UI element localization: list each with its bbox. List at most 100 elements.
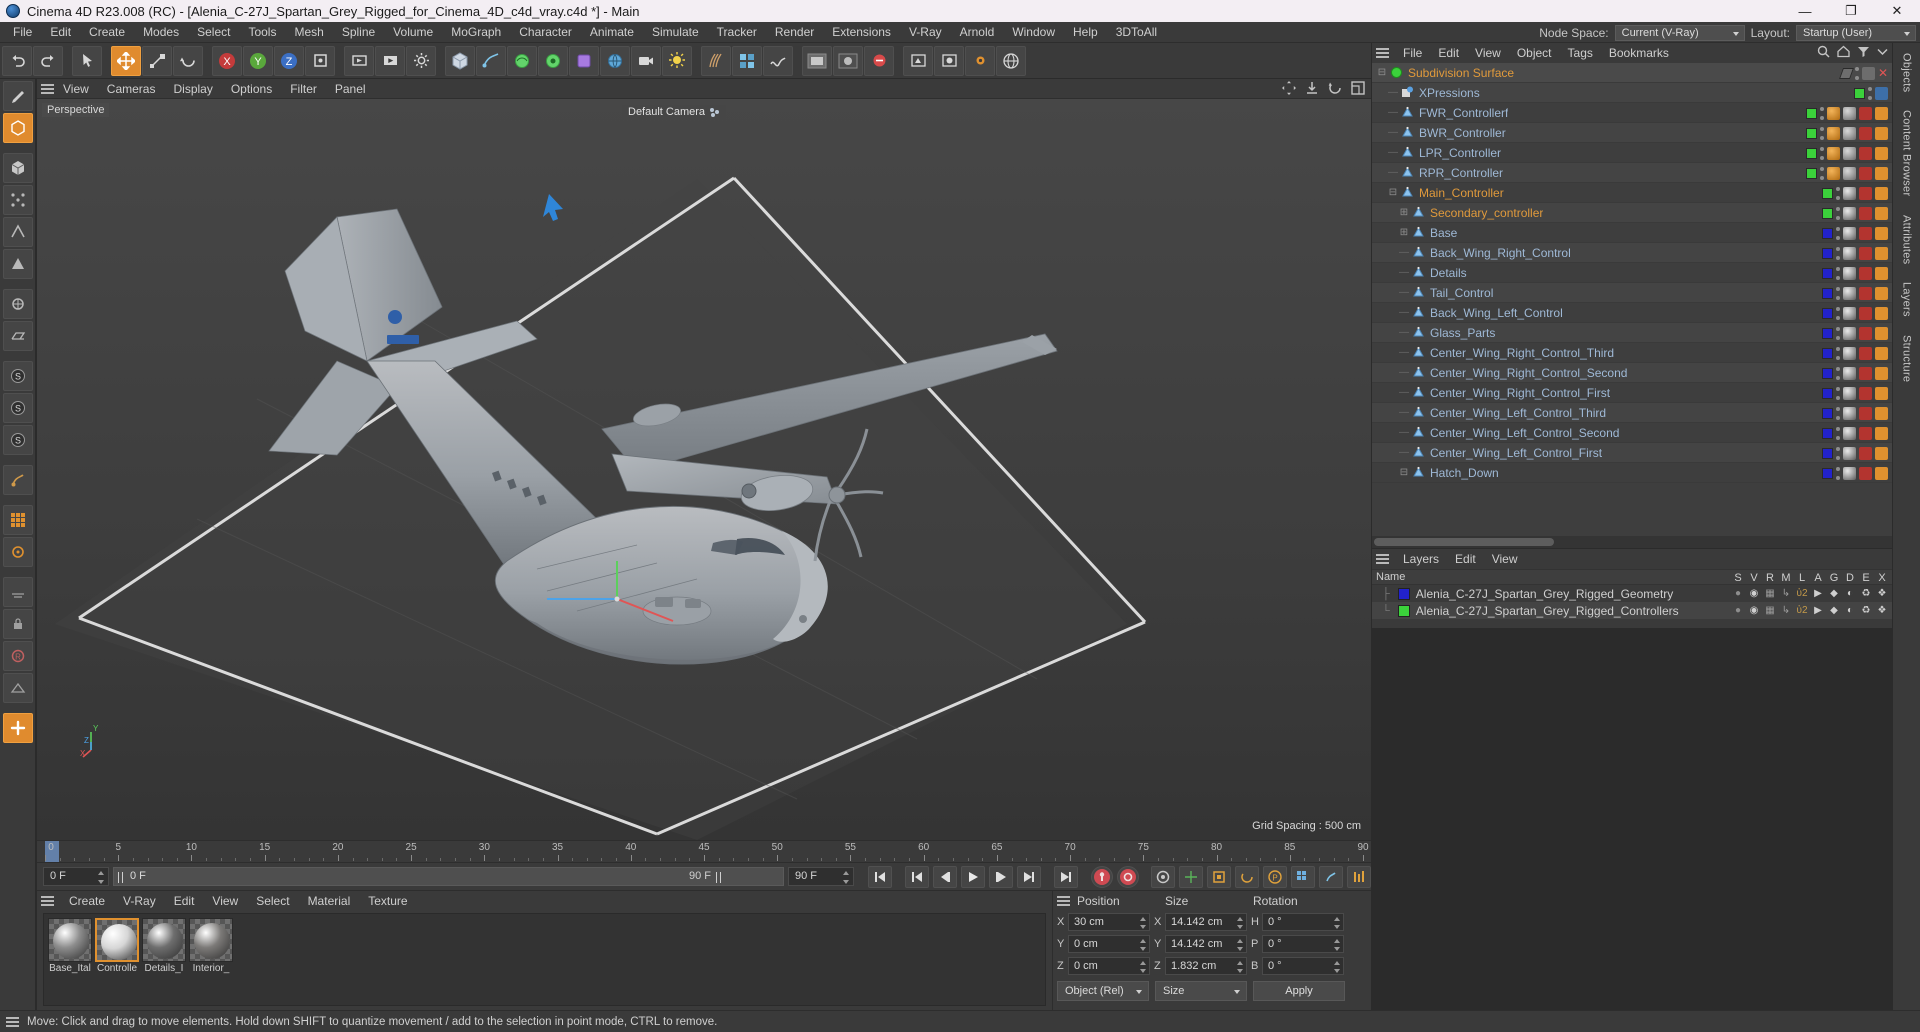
texture-tag-icon[interactable]: [1859, 346, 1872, 360]
simulation-button[interactable]: [763, 45, 793, 76]
layer-color-swatch[interactable]: [1822, 427, 1833, 439]
current-frame-field[interactable]: 0 F: [43, 867, 109, 886]
coordinate-spinner-icon[interactable]: [1140, 961, 1147, 973]
menu-item-tracker[interactable]: Tracker: [708, 22, 766, 43]
coordinate-mode-select[interactable]: Object (Rel): [1057, 981, 1149, 1001]
home-icon[interactable]: [1837, 45, 1850, 61]
layer-color-swatch[interactable]: [1822, 467, 1833, 479]
maximize-button[interactable]: ❐: [1828, 0, 1874, 22]
object-name[interactable]: Secondary_controller: [1426, 206, 1543, 220]
viewport-menu-filter[interactable]: Filter: [281, 79, 326, 99]
object-row[interactable]: — BWR_Controller: [1372, 123, 1892, 143]
menu-item-spline[interactable]: Spline: [333, 22, 384, 43]
menu-item-tools[interactable]: Tools: [239, 22, 285, 43]
object-name[interactable]: XPressions: [1415, 86, 1480, 100]
object-menu-tags[interactable]: Tags: [1560, 43, 1601, 63]
material-thumbnail[interactable]: [189, 918, 233, 962]
object-row[interactable]: — Center_Wing_Right_Control_Second: [1372, 363, 1892, 383]
visibility-dots-icon[interactable]: [1836, 366, 1840, 380]
coordinates-hamburger-icon[interactable]: [1057, 896, 1070, 906]
visibility-dots-icon[interactable]: [1836, 446, 1840, 460]
menu-item-create[interactable]: Create: [80, 22, 134, 43]
material-tag-icon[interactable]: [1843, 206, 1856, 220]
object-row[interactable]: — LPR_Controller: [1372, 143, 1892, 163]
layer-flag-e[interactable]: ♻: [1858, 588, 1874, 599]
object-tags[interactable]: [1843, 266, 1888, 280]
layer-color-swatch[interactable]: [1822, 387, 1833, 399]
object-menu-view[interactable]: View: [1467, 43, 1509, 63]
layer-flag-a[interactable]: ▶: [1810, 605, 1826, 616]
object-expander[interactable]: ⊟: [1398, 467, 1410, 478]
status-hamburger-icon[interactable]: [6, 1016, 19, 1027]
link-key-button[interactable]: [1319, 865, 1343, 888]
object-row[interactable]: — RPR_Controller: [1372, 163, 1892, 183]
object-expander[interactable]: ⊟: [1387, 187, 1399, 198]
model-mode-button[interactable]: [2, 113, 33, 143]
current-frame-spinner-icon[interactable]: [98, 871, 105, 884]
layer-row[interactable]: ├ Alenia_C-27J_Spartan_Grey_Rigged_Geomet…: [1372, 585, 1892, 602]
object-scrollbar-thumb[interactable]: [1374, 538, 1554, 546]
visibility-dots-icon[interactable]: [1868, 86, 1872, 100]
menu-item-modes[interactable]: Modes: [134, 22, 188, 43]
undo-button[interactable]: [2, 45, 32, 76]
viewport-menu-options[interactable]: Options: [222, 79, 281, 99]
phong-tag-icon[interactable]: [1875, 326, 1888, 340]
vray-frame-buffer-button[interactable]: [864, 45, 894, 76]
material-tag-icon[interactable]: [1843, 226, 1856, 240]
vray-render-button[interactable]: [903, 45, 933, 76]
object-tags[interactable]: [1827, 146, 1888, 160]
object-name[interactable]: Back_Wing_Left_Control: [1426, 306, 1563, 320]
material-thumbnail[interactable]: [95, 918, 139, 962]
texture-tag-icon[interactable]: [1859, 286, 1872, 300]
layer-flag-d[interactable]: ◐: [1842, 588, 1858, 599]
object-name[interactable]: Center_Wing_Right_Control_Second: [1426, 366, 1627, 380]
material-tag-icon[interactable]: [1843, 306, 1856, 320]
coordinate-rotation-field[interactable]: 0 °: [1262, 935, 1344, 953]
object-tags[interactable]: [1843, 386, 1888, 400]
texture-tag-icon[interactable]: [1859, 306, 1872, 320]
pla-key-button[interactable]: [1291, 865, 1315, 888]
object-name[interactable]: Tail_Control: [1426, 286, 1493, 300]
menu-item-animate[interactable]: Animate: [581, 22, 643, 43]
dolly-view-icon[interactable]: [1305, 81, 1319, 98]
object-tags[interactable]: [1843, 346, 1888, 360]
chevron-down-icon[interactable]: [1877, 46, 1888, 60]
layer-color-swatch[interactable]: [1397, 587, 1410, 600]
object-name[interactable]: Main_Controller: [1415, 186, 1504, 200]
go-to-previous-key-button[interactable]: [905, 865, 929, 888]
texture-tag-icon[interactable]: [1859, 206, 1872, 220]
object-tags[interactable]: [1843, 226, 1888, 240]
environment-button[interactable]: [600, 45, 630, 76]
tab-layers[interactable]: Layers: [1901, 278, 1913, 321]
object-name[interactable]: Center_Wing_Left_Control_Second: [1426, 426, 1619, 440]
phong-tag-icon[interactable]: [1875, 466, 1888, 480]
object-tags[interactable]: [1875, 86, 1888, 100]
rotate-view-icon[interactable]: [1328, 81, 1342, 98]
preview-range-bar[interactable]: 0 F 90 F: [113, 867, 784, 886]
layer-row[interactable]: └ Alenia_C-27J_Spartan_Grey_Rigged_Contro…: [1372, 602, 1892, 619]
snap-s2-button[interactable]: S: [2, 393, 33, 423]
material-thumbnail[interactable]: [48, 918, 92, 962]
layer-color-swatch[interactable]: [1822, 227, 1833, 239]
web-globe-button[interactable]: [996, 45, 1026, 76]
visibility-dots-icon[interactable]: [1836, 306, 1840, 320]
material-tag-icon[interactable]: [1843, 166, 1856, 180]
material-tag-icon[interactable]: [1843, 106, 1856, 120]
material-menu-hamburger-icon[interactable]: [41, 896, 54, 906]
layer-flag-l[interactable]: ὑ2: [1794, 605, 1810, 616]
menu-item-3dtoall[interactable]: 3DToAll: [1107, 22, 1166, 43]
layer-flag-r[interactable]: ▦: [1762, 605, 1778, 616]
texture-tag-icon[interactable]: [1859, 446, 1872, 460]
visibility-dots-icon[interactable]: [1838, 67, 1854, 79]
material-tag-icon[interactable]: [1843, 466, 1856, 480]
layer-color-swatch[interactable]: [1806, 147, 1817, 159]
coordinate-spinner-icon[interactable]: [1334, 917, 1341, 929]
texture-tag-icon[interactable]: [1859, 246, 1872, 260]
object-tags[interactable]: [1843, 426, 1888, 440]
layer-color-swatch[interactable]: [1806, 107, 1817, 119]
layer-name[interactable]: Alenia_C-27J_Spartan_Grey_Rigged_Control…: [1416, 604, 1679, 618]
render-to-picture-viewer-button[interactable]: [375, 45, 405, 76]
menu-item-mesh[interactable]: Mesh: [285, 22, 332, 43]
object-row[interactable]: ⊟ Main_Controller: [1372, 183, 1892, 203]
object-list-scrollbar[interactable]: [1372, 536, 1892, 548]
